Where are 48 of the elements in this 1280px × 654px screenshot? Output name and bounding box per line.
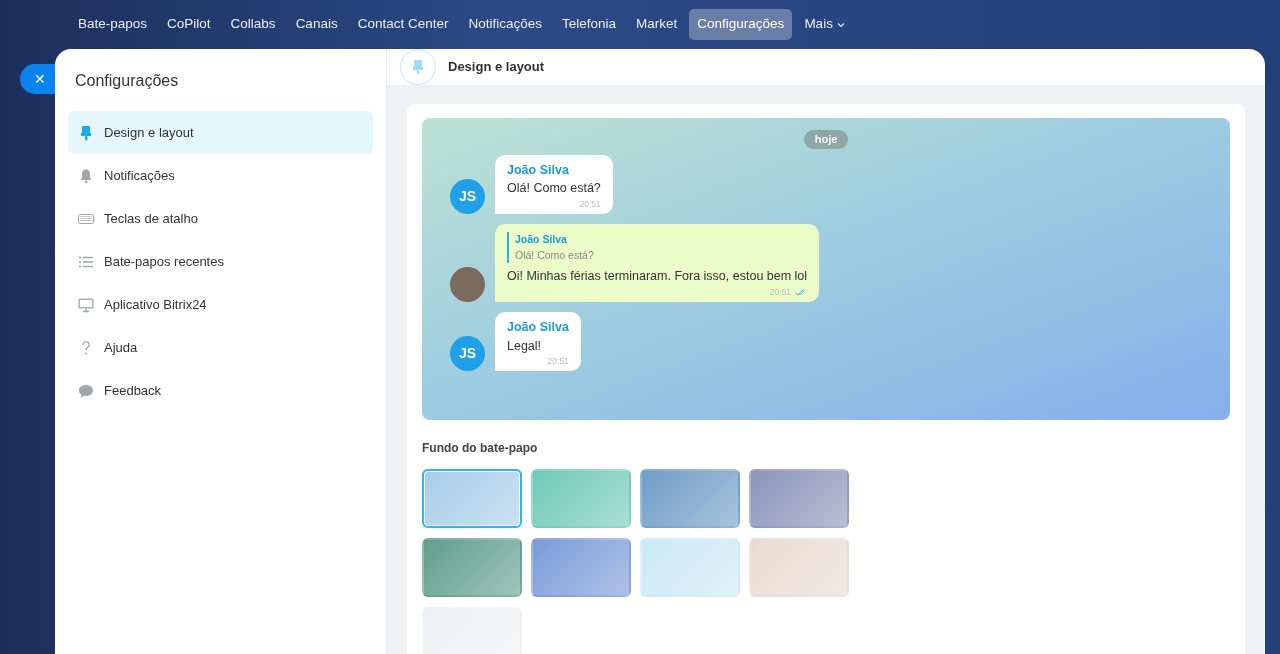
speech-bubble-icon [78,382,94,399]
photo-placeholder [450,266,485,302]
message-text: Legal! [507,337,543,355]
background-swatch[interactable] [749,469,849,528]
sidebar-item[interactable]: Design e layout [68,111,373,154]
background-swatch[interactable] [422,469,522,528]
avatar: JS [450,178,485,214]
quote-text: Olá! Como está? [515,247,595,263]
message-text: Olá! Como está? [507,180,601,198]
nav-tab[interactable]: Telefonia [554,9,625,40]
sidebar-item[interactable]: Notificações [68,154,373,197]
message-time: 20:51 [579,198,601,211]
nav-tab[interactable]: Configurações [689,9,793,40]
message-time: 20:51 [547,355,569,368]
nav-tab[interactable]: Collabs [222,9,284,40]
bell-icon [78,167,94,184]
sidebar-item[interactable]: Feedback [68,369,373,412]
sidebar-item[interactable]: Teclas de atalho [68,197,373,240]
nav-tab[interactable]: Mais [796,9,853,40]
background-swatch[interactable] [422,538,522,597]
nav-tab[interactable]: Bate-papos [70,9,156,40]
background-swatch[interactable] [640,538,740,597]
nav-tab[interactable]: Market [628,9,686,40]
nav-tab[interactable]: Canais [287,9,346,40]
message-author: João Silva [507,161,570,179]
brush-icon [78,124,94,141]
message-author: João Silva [507,318,569,336]
close-button[interactable]: ✕ [20,64,55,94]
message-text: Oi! Minhas férias terminaram. Fora isso, estou bem lol [507,268,808,286]
nav-tab[interactable]: CoPilot [159,9,219,40]
page-title: Design e layout [448,58,545,77]
nav-tab[interactable]: Contact Center [349,9,457,40]
quote-author: João Silva [515,231,568,247]
nav-tab[interactable]: Notificações [460,9,550,40]
sidebar-item[interactable]: Ajuda [68,326,373,369]
date-label: hoje [803,130,849,149]
section-title: Fundo do bate-papo [422,440,539,457]
caret-icon [836,21,845,28]
background-swatch[interactable] [531,469,631,528]
background-swatch[interactable] [640,469,740,528]
avatar: JS [450,336,485,371]
message-time: 20:51 [769,286,792,299]
panel-title: Configurações [74,71,180,91]
sidebar-item[interactable]: Aplicativo Bitrix24 [68,283,373,326]
background-swatch[interactable] [531,538,631,597]
monitor-icon [78,296,94,313]
background-swatch[interactable] [749,538,849,597]
sidebar-item[interactable]: Bate-papos recentes [68,240,373,283]
